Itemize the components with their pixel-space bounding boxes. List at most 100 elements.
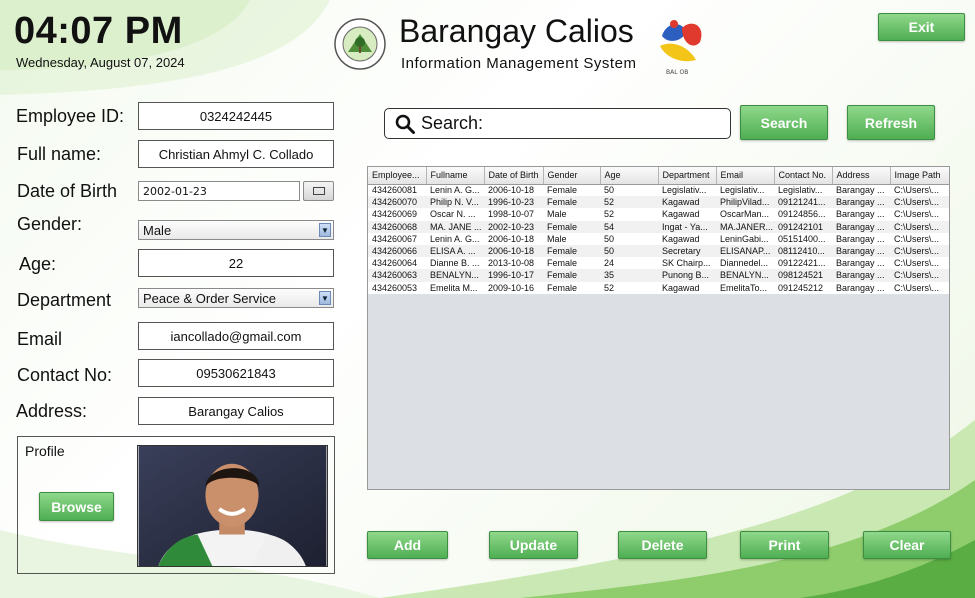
column-header[interactable]: Age <box>600 167 659 185</box>
address-label: Address: <box>16 401 88 421</box>
search-button[interactable]: Search <box>740 105 828 140</box>
table-cell: Barangay ... <box>832 184 890 197</box>
calendar-icon[interactable] <box>303 181 334 201</box>
table-cell: Lenin A. G... <box>426 232 484 245</box>
table-cell: Philip N. V... <box>426 196 484 209</box>
table-cell: SK Chairp... <box>658 257 716 270</box>
table-row[interactable]: 434260063 BENALYN... 1996-10-17 Female 35 Pun… <box>368 269 949 282</box>
age-field[interactable]: 22 <box>138 249 334 277</box>
table-cell: 09121241... <box>774 196 832 209</box>
dob-field[interactable]: 2002-01-23 <box>138 181 300 201</box>
table-cell: C:\Users\... <box>890 184 949 197</box>
table-cell: Lenin A. G... <box>426 184 484 197</box>
column-header[interactable]: Department <box>658 167 717 185</box>
table-cell: C:\Users\... <box>890 196 949 209</box>
svg-text:BAL OB: BAL OB <box>666 69 688 76</box>
table-cell: 2002-10-23 <box>484 220 543 233</box>
table-row[interactable]: 434260066 ELISA A. ... 2006-10-18 Female 50 S… <box>368 244 949 258</box>
gender-select[interactable]: Male ▼ <box>138 220 334 240</box>
department-value: Peace & Order Service <box>143 290 276 306</box>
address-field[interactable]: Barangay Calios <box>138 397 334 425</box>
column-header[interactable]: Address <box>832 167 891 185</box>
table-cell: Male <box>543 208 600 221</box>
column-header[interactable]: Email <box>716 167 775 185</box>
table-cell: Male <box>543 232 600 245</box>
table-cell: 50 <box>600 244 658 258</box>
table-cell: 2009-10-16 <box>484 281 543 294</box>
table-cell: 434260064 <box>368 257 426 270</box>
print-button[interactable]: Print <box>740 531 829 559</box>
app-subtitle: Information Management System <box>401 55 637 72</box>
table-cell: 2006-10-18 <box>484 184 543 197</box>
email-label: Email <box>17 329 63 349</box>
table-cell: 1996-10-17 <box>484 269 543 282</box>
table-cell: OscarMan... <box>716 208 774 221</box>
search-input[interactable]: Search: <box>384 108 731 139</box>
table-cell: 35 <box>600 269 658 282</box>
refresh-button[interactable]: Refresh <box>847 105 935 140</box>
table-cell: 2013-10-08 <box>484 257 543 270</box>
column-header[interactable]: Contact No. <box>774 167 833 185</box>
table-cell: 434260069 <box>368 208 426 221</box>
employee-table[interactable]: Employee... Fullname Date of Birth Gender Ag… <box>367 166 950 490</box>
browse-button[interactable]: Browse <box>39 492 114 521</box>
column-header[interactable]: Date of Birth <box>484 167 544 185</box>
exit-button[interactable]: Exit <box>878 13 965 41</box>
table-cell: 434260068 <box>368 220 426 233</box>
table-cell: C:\Users\... <box>890 281 949 294</box>
column-header[interactable]: Fullname <box>426 167 485 185</box>
table-cell: Barangay ... <box>832 269 890 282</box>
contact-label: Contact No: <box>17 365 113 385</box>
app-title: Barangay Calios <box>399 13 634 49</box>
table-cell: 24 <box>600 257 658 270</box>
table-header-row: Employee... Fullname Date of Birth Gender Ag… <box>368 167 949 185</box>
clock-time: 04:07 PM <box>14 10 183 52</box>
clear-button[interactable]: Clear <box>863 531 951 559</box>
employee-id-field[interactable]: 0324242445 <box>138 102 334 130</box>
column-header[interactable]: Employee... <box>368 167 427 185</box>
table-cell: Female <box>543 196 600 209</box>
delete-button[interactable]: Delete <box>618 531 707 559</box>
full-name-field[interactable]: Christian Ahmyl C. Collado <box>138 140 334 168</box>
table-cell: C:\Users\... <box>890 257 949 270</box>
update-button[interactable]: Update <box>489 531 578 559</box>
department-select[interactable]: Peace & Order Service ▼ <box>138 288 334 308</box>
barangay-seal-logo <box>334 18 386 70</box>
table-cell: 50 <box>600 232 658 245</box>
bagong-pilipinas-logo: BAL OB <box>660 20 702 76</box>
table-cell: C:\Users\... <box>890 208 949 221</box>
table-cell: 434260066 <box>368 244 426 258</box>
contact-field[interactable]: 09530621843 <box>138 359 334 387</box>
table-row[interactable]: 434260069 Oscar N. ... 1998-10-07 Male 52 Kag… <box>368 208 949 221</box>
table-cell: LeninGabi... <box>716 232 774 245</box>
table-row[interactable]: 434260070 Philip N. V... 1996-10-23 Female 5… <box>368 196 949 209</box>
table-cell: 434260053 <box>368 281 426 294</box>
table-cell: 1998-10-07 <box>484 208 543 221</box>
table-cell: Barangay ... <box>832 196 890 209</box>
table-cell: Female <box>543 269 600 282</box>
table-row[interactable]: 434260053 Emelita M... 2009-10-16 Female 52 K… <box>368 281 949 294</box>
table-cell: 52 <box>600 208 658 221</box>
department-label: Department <box>17 290 112 310</box>
table-row[interactable]: 434260081 Lenin A. G... 2006-10-18 Female 50… <box>368 184 949 197</box>
column-header[interactable]: Gender <box>543 167 601 185</box>
table-cell: Female <box>543 257 600 270</box>
table-cell: 098124521 <box>774 269 832 282</box>
table-row[interactable]: 434260068 MA. JANE ... 2002-10-23 Female 54 I… <box>368 220 949 233</box>
table-cell: Secretary <box>658 244 716 258</box>
table-cell: 091245212 <box>774 281 832 294</box>
chevron-down-icon[interactable]: ▼ <box>319 291 331 305</box>
column-header[interactable]: Image Path <box>890 167 949 185</box>
table-cell: 08112410... <box>774 244 832 258</box>
dob-label: Date of Birth <box>17 181 118 201</box>
chevron-down-icon[interactable]: ▼ <box>319 223 331 237</box>
add-button[interactable]: Add <box>367 531 448 559</box>
email-field[interactable]: iancollado@gmail.com <box>138 322 334 350</box>
table-row[interactable]: 434260064 Dianne B. ... 2013-10-08 Female 24… <box>368 257 949 270</box>
table-row[interactable]: 434260067 Lenin A. G... 2006-10-18 Male 50 Ka… <box>368 232 949 245</box>
table-cell: EmelitaTo... <box>716 281 774 294</box>
table-cell: 434260081 <box>368 184 426 197</box>
table-cell: Female <box>543 281 600 294</box>
table-cell: 52 <box>600 196 658 209</box>
profile-photo <box>137 445 328 567</box>
